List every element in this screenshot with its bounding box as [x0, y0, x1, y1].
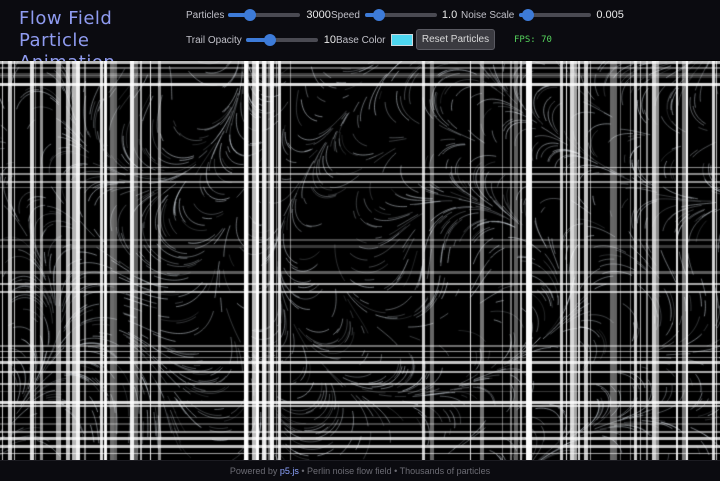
noise-scale-value: 0.005 — [596, 9, 624, 21]
trail-opacity-slider[interactable] — [245, 32, 318, 48]
footer-prefix: Powered by — [229, 466, 280, 476]
speed-label: Speed — [331, 9, 360, 21]
controls-header: Flow Field Particle Animation Particles … — [0, 0, 720, 73]
particles-control: Particles 3000 — [186, 7, 331, 23]
reset-particles-button[interactable]: Reset Particles — [416, 29, 495, 50]
slider-thumb[interactable] — [243, 9, 256, 21]
slider-thumb[interactable] — [521, 9, 534, 21]
trail-opacity-label: Trail Opacity — [186, 34, 242, 46]
particles-slider[interactable] — [228, 7, 301, 23]
base-color-control: Base Color — [336, 32, 414, 48]
particles-value: 3000 — [306, 9, 331, 21]
trail-opacity-control: Trail Opacity 10 — [186, 32, 336, 48]
particles-label: Particles — [186, 9, 225, 21]
base-color-picker[interactable] — [391, 34, 414, 46]
slider-thumb[interactable] — [373, 9, 386, 21]
noise-scale-control: Noise Scale 0.005 — [461, 7, 624, 23]
noise-scale-slider[interactable] — [519, 7, 592, 23]
footer: Powered by p5.js • Perlin noise flow fie… — [0, 460, 720, 481]
slider-thumb[interactable] — [263, 34, 276, 46]
flow-field-canvas[interactable] — [0, 61, 720, 460]
p5js-link[interactable]: p5.js — [280, 466, 299, 476]
footer-suffix: • Perlin noise flow field • Thousands of… — [298, 466, 491, 476]
noise-scale-label: Noise Scale — [461, 9, 515, 21]
speed-value: 1.0 — [441, 9, 458, 21]
fps-counter: FPS: 70 — [514, 35, 552, 45]
trail-opacity-value: 10 — [323, 34, 337, 46]
speed-slider[interactable] — [364, 7, 437, 23]
speed-control: Speed 1.0 — [331, 7, 457, 23]
base-color-label: Base Color — [336, 34, 386, 46]
